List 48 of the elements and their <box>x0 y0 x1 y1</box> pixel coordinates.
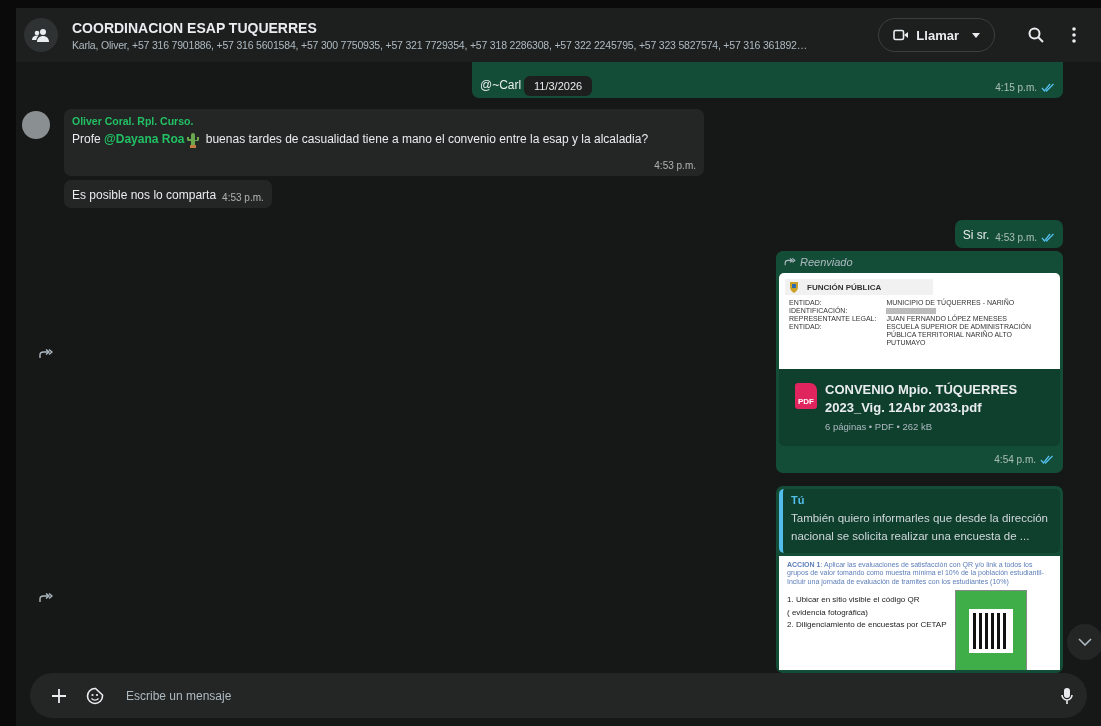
message-text: Es posible nos lo comparta <box>72 187 217 202</box>
avatar[interactable] <box>22 111 50 139</box>
mention-link[interactable]: @Dayana Roa <box>104 132 185 146</box>
message-field[interactable]: Escribe un mensaje <box>30 673 1087 718</box>
blurred-value <box>886 308 937 315</box>
menu-icon[interactable] <box>1072 27 1076 43</box>
forwarded-icon <box>784 258 796 266</box>
scroll-down-button[interactable] <box>1067 624 1101 660</box>
message-time: 4:53 p.m. <box>222 192 264 203</box>
message-time: 4:53 p.m. <box>654 160 696 171</box>
coat-of-arms-icon <box>789 281 799 293</box>
message-text: Profe <box>72 132 102 146</box>
message-input[interactable]: Escribe un mensaje <box>124 687 1041 704</box>
brand-text: FUNCIÓN PÚBLICA <box>807 282 882 292</box>
file-meta: 6 páginas • PDF • 262 kB <box>825 421 933 433</box>
message-time: 4:15 p.m. <box>995 82 1037 93</box>
quote-author: Tú <box>791 494 806 507</box>
document-preview[interactable] <box>779 273 1060 369</box>
message-text: @~Carl <box>480 77 522 92</box>
members-list: Karla, Oliver, +57 316 7901886, +57 316 5601584, +57 300 7750935, +57 321 7729354, +57 318 2286308, +57 322 2245795, +57 323 5827574, +57 316 361892… <box>72 38 869 51</box>
chat-title[interactable]: COORDINACION ESAP TUQUERRES <box>72 19 869 36</box>
slide-list-item: ( evidencia fotográfica) <box>787 606 869 619</box>
cactus-icon <box>186 132 201 148</box>
file-attachment[interactable]: PDF CONVENIO Mpio. TÚQUERRES 2023_Vig. 12Abr 2033.pdf 6 páginas • PDF • 262 kB <box>779 369 1060 447</box>
forwarded-label: Reenviado <box>800 256 853 268</box>
video-camera-icon <box>893 29 910 41</box>
microphone-icon[interactable] <box>1061 686 1073 705</box>
search-icon[interactable] <box>1028 27 1044 43</box>
date-chip: 11/3/2026 <box>524 76 593 96</box>
slide-image[interactable] <box>779 555 1060 670</box>
forward-icon[interactable] <box>39 349 53 359</box>
message-text: buenas tardes de casualidad tiene a mano el convenio entre la esap y la alcaladia? <box>204 132 649 146</box>
forward-icon[interactable] <box>39 593 53 604</box>
file-type-badge: PDF <box>795 383 817 409</box>
chevron-down-icon <box>1078 638 1092 646</box>
caret-icon <box>972 32 980 38</box>
quoted-message[interactable]: Tú También quiero informarles que desde la dirección nacional se solicita realizar una encuesta de ... <box>779 489 1060 553</box>
message-text: Si sr. <box>962 227 990 242</box>
slide-list-item: 2. Diligenciamiento de encuestas por CETAP <box>787 619 947 632</box>
sender-name: Oliver Coral. Rpl. Curso. <box>72 115 195 127</box>
slide-list-item: 1. Ubicar en sitio visible el código QR <box>787 593 921 606</box>
message-time: 4:54 p.m. <box>994 454 1036 466</box>
file-name: CONVENIO Mpio. TÚQUERRES 2023_Vig. 12Abr 2033.pdf <box>825 381 1019 417</box>
group-avatar-icon[interactable] <box>24 18 58 52</box>
plus-icon[interactable] <box>52 688 66 703</box>
message-time: 4:53 p.m. <box>995 232 1037 243</box>
sticker-icon[interactable] <box>86 686 104 705</box>
quote-text: También quiero informarles que desde la dirección nacional se solicita realizar una encuesta de ... <box>791 511 1049 544</box>
